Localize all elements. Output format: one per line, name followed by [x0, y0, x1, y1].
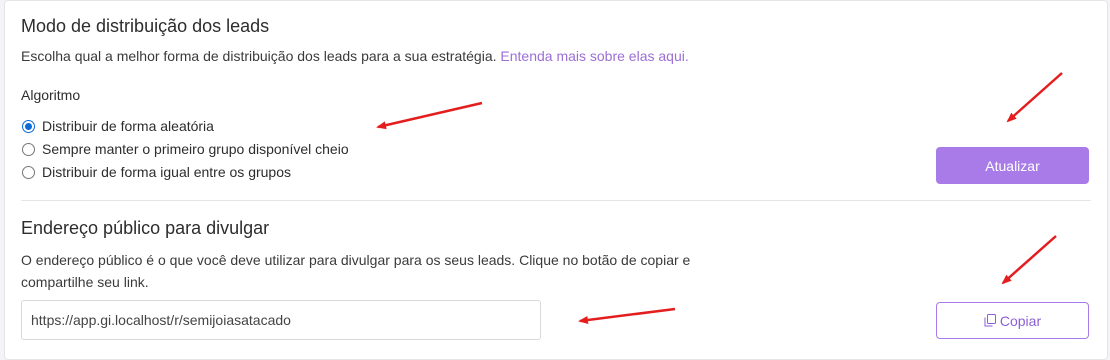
arrow-to-copy-button: [1001, 235, 1057, 285]
annotation-arrows: [376, 72, 1063, 324]
arrow-to-update-button: [1006, 72, 1063, 123]
arrow-to-url-field: [578, 307, 676, 324]
arrow-to-radio-options: [376, 101, 483, 130]
